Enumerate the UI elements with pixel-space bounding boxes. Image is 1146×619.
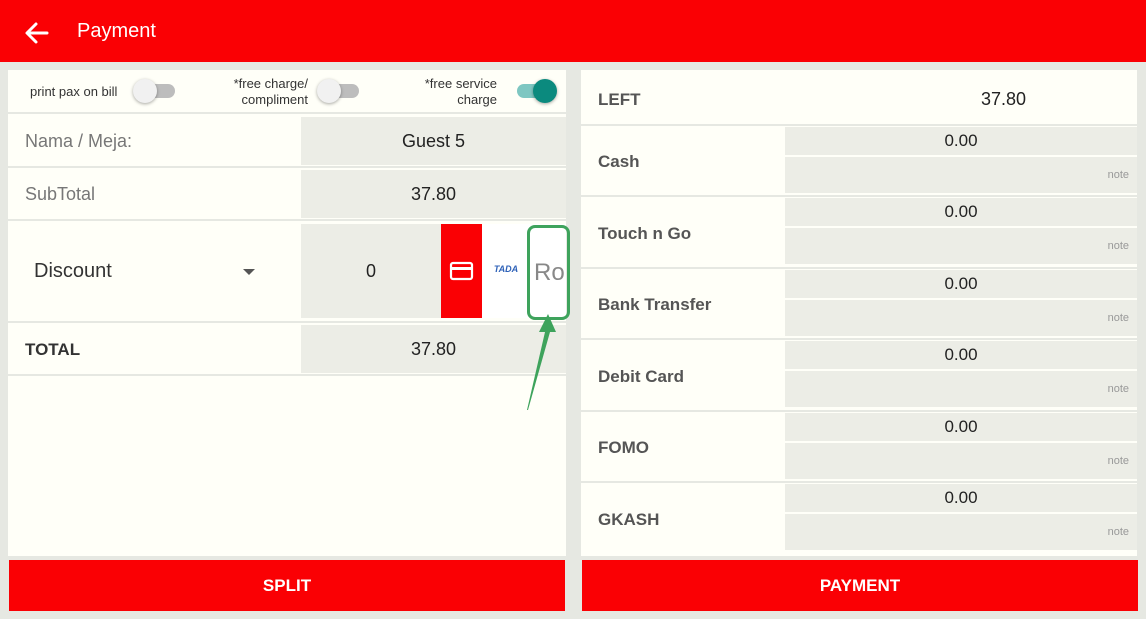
amount-input[interactable]: 0.00 [785,127,1137,155]
method-name: Cash [598,152,640,171]
total-row: TOTAL 37.80 [8,323,566,376]
note-input[interactable]: note [785,300,1137,336]
subtotal-label: SubTotal [25,184,96,204]
note-input[interactable]: note [785,228,1137,264]
amount-input[interactable]: 0.00 [785,484,1137,512]
back-button[interactable] [22,18,52,48]
method-row: FOMO 0.00 note [581,412,1137,483]
split-button[interactable]: SPLIT [9,560,565,611]
print-pax-toggle[interactable] [133,79,177,103]
toggle-thumb [317,79,341,103]
note-input[interactable]: note [785,443,1137,479]
method-row: Bank Transfer 0.00 note [581,269,1137,340]
amount-input[interactable]: 0.00 [785,341,1137,369]
toggle-row: print pax on bill *free charge/ complime… [8,70,566,114]
name-field[interactable]: Guest 5 [301,117,566,165]
subtotal-row: SubTotal 37.80 [8,168,566,221]
payment-button[interactable]: PAYMENT [582,560,1138,611]
tada-button[interactable]: TADA [482,224,530,318]
left-amount-row: LEFT 37.80 [581,70,1137,126]
method-name: Touch n Go [598,224,692,243]
left-label: LEFT [598,90,641,109]
subtotal-value: 37.80 [301,170,566,218]
method-row: Cash 0.00 note [581,126,1137,197]
total-value: 37.80 [301,325,566,373]
order-summary-panel: print pax on bill *free charge/ complime… [8,70,566,556]
left-value: 37.80 [981,89,1027,109]
free-service-label: *free service charge [424,76,497,107]
card-button[interactable] [441,224,482,318]
note-input[interactable]: note [785,371,1137,407]
discount-dropdown[interactable]: Discount [24,251,264,291]
payment-methods-panel: LEFT 37.80 Cash 0.00 note Touch n Go 0.0… [581,70,1137,556]
free-service-toggle[interactable] [513,79,557,103]
ro-label: Ro [534,259,565,286]
method-row: Debit Card 0.00 note [581,340,1137,412]
arrow-left-icon [25,22,49,44]
toggle-thumb [533,79,557,103]
name-label: Nama / Meja: [25,131,133,151]
amount-input[interactable]: 0.00 [785,270,1137,298]
chevron-down-icon [243,269,255,275]
method-row: Touch n Go 0.00 note [581,197,1137,269]
method-name: GKASH [598,510,660,529]
name-row: Nama / Meja: Guest 5 [8,115,566,168]
discount-row: Discount 0 TADA Ro [8,221,566,323]
total-label: TOTAL [25,340,81,359]
credit-card-icon [449,261,474,281]
method-name: Bank Transfer [598,295,712,314]
ro-button[interactable]: Ro [530,224,566,318]
amount-input[interactable]: 0.00 [785,198,1137,226]
note-input[interactable]: note [785,514,1137,550]
method-name: Debit Card [598,367,684,386]
amount-input[interactable]: 0.00 [785,413,1137,441]
note-input[interactable]: note [785,157,1137,193]
print-pax-label: print pax on bill [30,84,118,99]
tada-logo: TADA [493,264,519,274]
method-row: GKASH 0.00 note [581,483,1137,555]
page-title: Payment [77,20,156,42]
discount-label: Discount [34,260,112,282]
free-charge-label: *free charge/ compliment [233,76,308,107]
free-charge-toggle[interactable] [317,79,361,103]
app-bar: Payment [0,0,1146,62]
discount-input[interactable]: 0 [301,224,441,318]
toggle-thumb [133,79,157,103]
method-name: FOMO [598,438,649,457]
